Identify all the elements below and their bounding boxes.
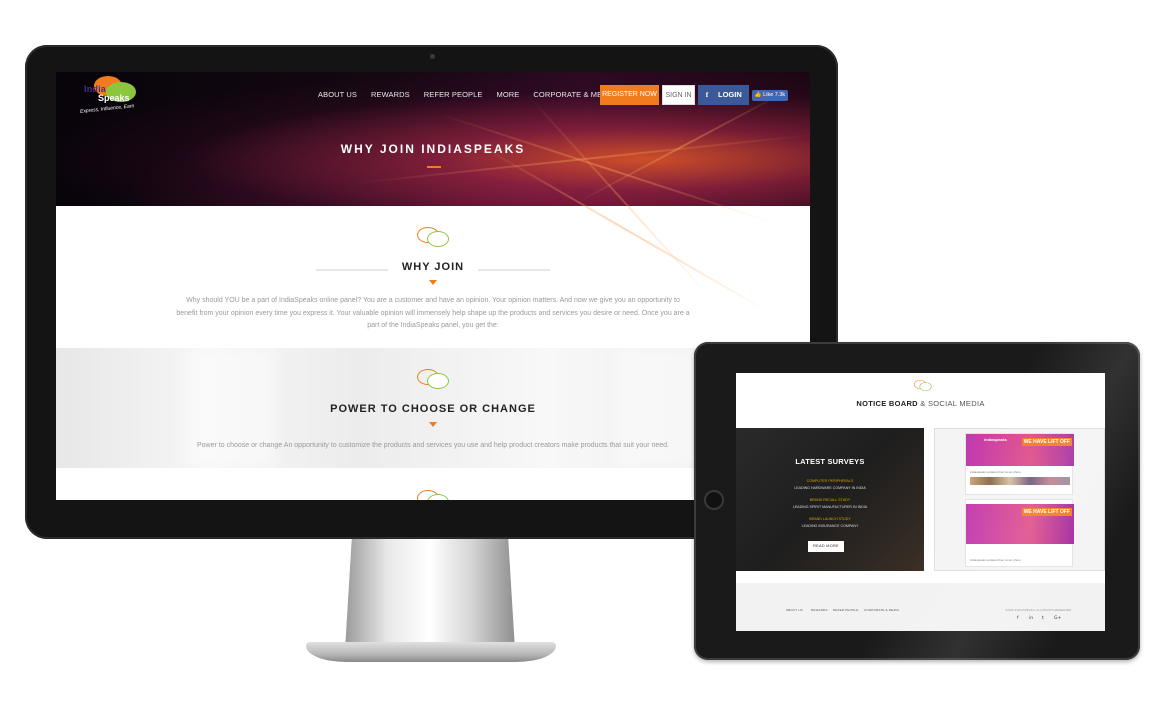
- hero-title-underline: [427, 166, 441, 168]
- latest-surveys-title: LATEST SURVEYS: [795, 457, 865, 466]
- tablet-footer: ABOUT US REWARDS REFER PEOPLE CORPORATE …: [736, 583, 1105, 631]
- indiaspeaks-logo[interactable]: India Speaks Express, Influence, Earn: [80, 76, 148, 118]
- monitor-camera: [430, 54, 435, 59]
- register-now-button[interactable]: REGISTER NOW: [600, 85, 659, 105]
- facebook-like-button[interactable]: 👍 Like 7.3k: [752, 90, 788, 101]
- facebook-login-button[interactable]: f LOGIN: [698, 85, 749, 105]
- facebook-feed-panel: indiaspeaks WE HAVE LIFT OFF indiaspeaks…: [934, 428, 1105, 571]
- friend-thumbnails: [970, 477, 1070, 485]
- notice-board-heading: NOTICE BOARD & SOCIAL MEDIA: [736, 399, 1105, 408]
- chat-bubbles-icon: [417, 490, 453, 500]
- footer-link-rewards[interactable]: REWARDS: [811, 608, 828, 612]
- caret-down-icon: [429, 280, 437, 285]
- notice-board-title: NOTICE BOARD: [856, 399, 918, 408]
- nav-about-us[interactable]: ABOUT US: [311, 90, 364, 99]
- facebook-post-card[interactable]: WE HAVE LIFT OFF indiaspeaks updated the…: [965, 499, 1074, 567]
- facebook-icon: f: [705, 90, 709, 99]
- tablet-home-button[interactable]: [704, 490, 724, 510]
- footer-link-about[interactable]: ABOUT US: [786, 608, 803, 612]
- read-more-button[interactable]: READ MORE: [808, 541, 844, 552]
- logo-text-speaks: Speaks: [98, 93, 130, 103]
- login-label: LOGIN: [718, 90, 742, 99]
- survey-category[interactable]: COMPUTER PERIPHERALS: [736, 479, 924, 483]
- device-mockup-stage: India Speaks Express, Influence, Earn AB…: [0, 0, 1170, 716]
- nav-rewards[interactable]: REWARDS: [364, 90, 417, 99]
- facebook-post-card[interactable]: indiaspeaks WE HAVE LIFT OFF indiaspeaks…: [965, 433, 1074, 495]
- latest-surveys-panel: LATEST SURVEYS COMPUTER PERIPHERALS LEAD…: [736, 428, 924, 571]
- logo-tagline: Express, Influence, Earn: [79, 103, 135, 115]
- facebook-post-text: indiaspeaks updated their cover photo.: [970, 470, 1022, 474]
- twitter-icon[interactable]: t: [1042, 616, 1044, 621]
- nav-more[interactable]: MORE: [490, 90, 527, 99]
- facebook-page-name: indiaspeaks: [984, 437, 1007, 442]
- caret-down-icon: [429, 422, 437, 427]
- monitor-stand-base: [306, 642, 556, 662]
- facebook-post-image: WE HAVE LIFT OFF: [966, 504, 1074, 544]
- survey-description: LEADING SPIRIT MANUFACTURER IN INDIA: [792, 505, 868, 509]
- power-paragraph: Power to choose or change An opportunity…: [197, 442, 669, 449]
- google-plus-icon[interactable]: G+: [1054, 616, 1061, 621]
- facebook-icon[interactable]: f: [1017, 616, 1019, 621]
- footer-copyright: ©2016 INDIASPEAKS. ALL RIGHTS RESERVED: [1005, 608, 1071, 612]
- survey-description: LEADING INSURANCE COMPANY: [801, 524, 859, 528]
- nav-refer-people[interactable]: REFER PEOPLE: [417, 90, 490, 99]
- cover-banner: WE HAVE LIFT OFF: [1021, 438, 1072, 446]
- survey-category[interactable]: BRAND LAUNCH STUDY: [736, 517, 924, 521]
- tablet-website-screen: NOTICE BOARD & SOCIAL MEDIA LATEST SURVE…: [736, 373, 1105, 631]
- survey-category[interactable]: BRAND RECALL STUDY: [736, 498, 924, 502]
- hero-banner: India Speaks Express, Influence, Earn AB…: [56, 72, 810, 314]
- why-join-paragraph: Why should YOU be a part of IndiaSpeaks …: [176, 297, 690, 329]
- chat-bubbles-icon: [417, 227, 453, 251]
- why-join-heading: WHY JOIN: [401, 261, 465, 273]
- post-banner: WE HAVE LIFT OFF: [1021, 508, 1072, 516]
- facebook-post-text: indiaspeaks updated their cover photo.: [970, 558, 1022, 562]
- footer-link-corporate[interactable]: CORPORATE & MEDIA: [864, 608, 899, 612]
- facebook-cover-image: indiaspeaks WE HAVE LIFT OFF: [966, 434, 1074, 466]
- social-media-title: & SOCIAL MEDIA: [920, 399, 985, 408]
- linkedin-icon[interactable]: in: [1029, 616, 1033, 621]
- footer-link-refer[interactable]: REFER PEOPLE: [833, 608, 858, 612]
- main-nav: ABOUT US REWARDS REFER PEOPLE MORE CORPO…: [311, 90, 622, 99]
- chat-bubbles-icon: [417, 369, 453, 393]
- sign-in-button[interactable]: SIGN IN: [662, 85, 695, 105]
- monitor-stand-neck: [345, 538, 515, 650]
- chat-bubbles-icon: [914, 380, 934, 393]
- survey-description: LEADING HARDWARE COMPANY IN INDIA: [794, 486, 866, 490]
- hero-title: WHY JOIN INDIASPEAKS: [340, 142, 526, 156]
